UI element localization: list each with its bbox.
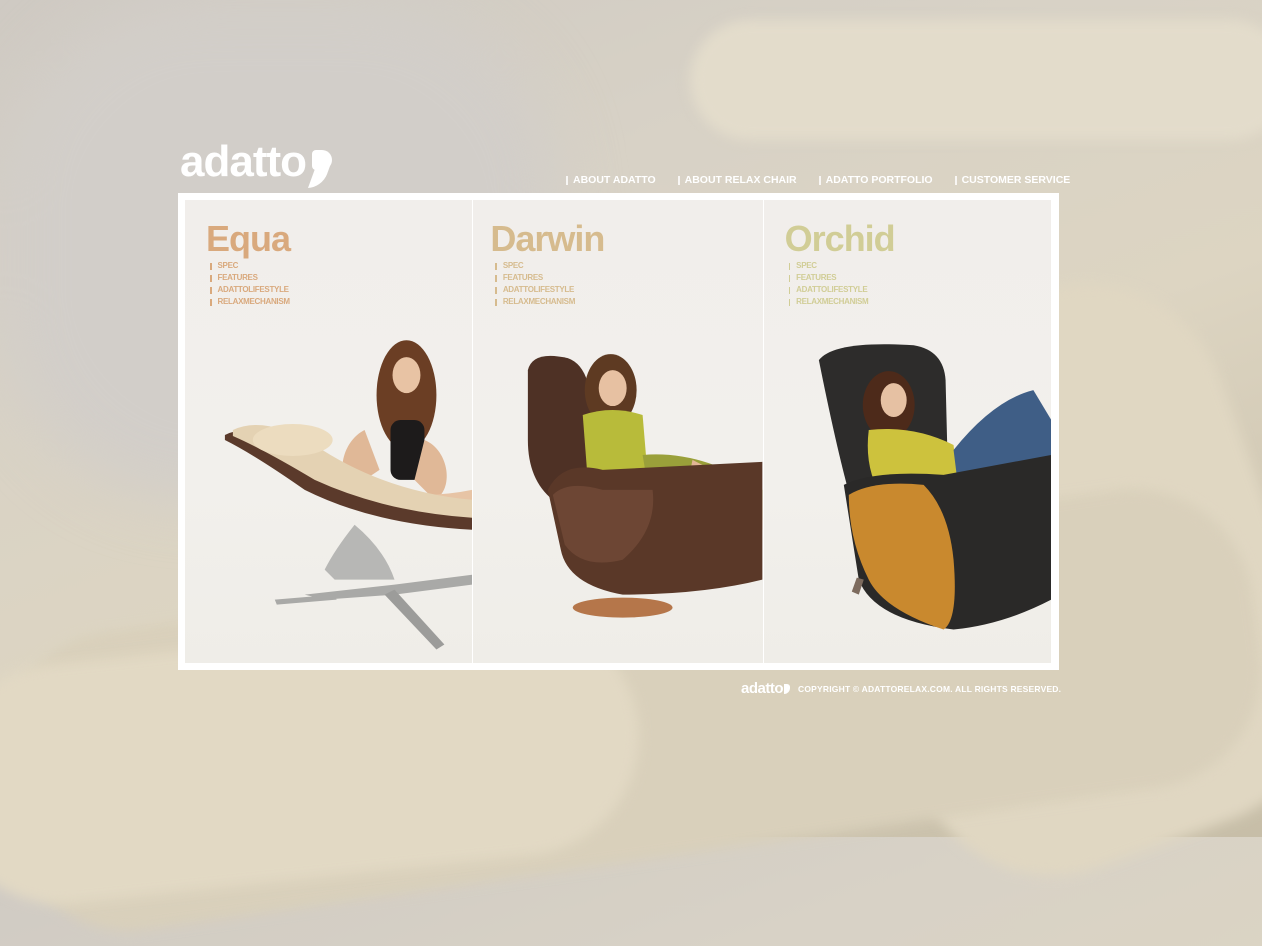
link-features[interactable]: FEATURES — [788, 272, 869, 284]
link-bullet-icon — [210, 286, 212, 294]
nav-bullet-icon — [677, 175, 680, 185]
link-bullet-icon — [788, 274, 791, 282]
copyright-text: COPYRIGHT © ADATTORELAX.COM. ALL RIGHTS … — [798, 683, 1062, 694]
link-features[interactable]: FEATURES — [210, 272, 290, 284]
nav-about-relax-chair[interactable]: ABOUT RELAX CHAIR — [677, 174, 797, 186]
nav-bullet-icon — [818, 175, 821, 185]
link-bullet-icon — [210, 298, 212, 306]
link-label: RELAXMECHANISM — [502, 297, 576, 306]
nav-label: ABOUT ADATTO — [573, 174, 656, 186]
product-links: SPEC FEATURES ADATTOLIFESTYLE RELAXMECHA… — [495, 260, 575, 308]
product-links: SPEC FEATURES ADATTOLIFESTYLE RELAXMECHA… — [788, 260, 869, 308]
product-title[interactable]: Equa — [206, 218, 291, 260]
link-label: SPEC — [796, 261, 817, 270]
product-links: SPEC FEATURES ADATTOLIFESTYLE RELAXMECHA… — [210, 260, 290, 308]
footer-logo-comma-icon — [784, 684, 790, 694]
link-label: RELAXMECHANISM — [217, 297, 291, 306]
link-features[interactable]: FEATURES — [495, 272, 575, 284]
nav-bullet-icon — [954, 175, 957, 185]
link-spec[interactable]: SPEC — [495, 260, 575, 272]
link-label: FEATURES — [796, 273, 837, 282]
link-spec[interactable]: SPEC — [210, 260, 290, 272]
footer: adatto COPYRIGHT © ADATTORELAX.COM. ALL … — [741, 680, 1061, 697]
link-spec[interactable]: SPEC — [788, 260, 869, 272]
link-label: SPEC — [502, 261, 524, 270]
logo-comma-icon — [310, 150, 332, 188]
link-lifestyle[interactable]: ADATTOLIFESTYLE — [210, 284, 290, 296]
nav-bullet-icon — [566, 175, 568, 185]
link-label: FEATURES — [217, 273, 258, 282]
footer-logo-text: adatto — [741, 680, 784, 697]
link-mechanism[interactable]: RELAXMECHANISM — [788, 296, 869, 308]
link-lifestyle[interactable]: ADATTOLIFESTYLE — [788, 284, 869, 296]
link-bullet-icon — [495, 298, 497, 306]
link-lifestyle[interactable]: ADATTOLIFESTYLE — [495, 284, 575, 296]
link-label: FEATURES — [502, 273, 543, 282]
link-bullet-icon — [788, 298, 791, 306]
footer-logo[interactable]: adatto — [741, 680, 790, 697]
nav-customer-service[interactable]: CUSTOMER SERVICE — [954, 174, 1071, 186]
product-panel-darwin[interactable]: Darwin SPEC FEATURES ADATTOLIFESTYLE REL… — [473, 200, 764, 663]
link-mechanism[interactable]: RELAXMECHANISM — [210, 296, 290, 308]
background-cushion — [690, 20, 1262, 140]
link-bullet-icon — [495, 262, 497, 270]
link-bullet-icon — [788, 262, 791, 270]
link-label: RELAXMECHANISM — [796, 297, 869, 306]
nav-adatto-portfolio[interactable]: ADATTO PORTFOLIO — [818, 174, 933, 186]
nav-label: ABOUT RELAX CHAIR — [684, 174, 797, 186]
link-bullet-icon — [210, 274, 212, 282]
link-label: ADATTOLIFESTYLE — [217, 285, 290, 294]
link-mechanism[interactable]: RELAXMECHANISM — [495, 296, 575, 308]
link-label: ADATTOLIFESTYLE — [796, 285, 868, 294]
link-label: ADATTOLIFESTYLE — [502, 285, 575, 294]
product-title[interactable]: Darwin — [490, 218, 605, 260]
logo-text: adatto — [180, 137, 307, 186]
link-bullet-icon — [210, 262, 212, 270]
product-showcase: Equa SPEC FEATURES ADATTOLIFESTYLE RELAX… — [178, 193, 1059, 670]
nav-label: ADATTO PORTFOLIO — [825, 174, 933, 186]
product-panel-equa[interactable]: Equa SPEC FEATURES ADATTOLIFESTYLE RELAX… — [185, 200, 474, 663]
nav-about-adatto[interactable]: ABOUT ADATTO — [566, 174, 656, 186]
product-panel-orchid[interactable]: Orchid SPEC FEATURES ADATTOLIFESTYLE REL… — [763, 200, 1051, 663]
link-bullet-icon — [495, 286, 497, 294]
nav-label: CUSTOMER SERVICE — [961, 174, 1071, 186]
main-nav: ABOUT ADATTO ABOUT RELAX CHAIR ADATTO PO… — [566, 174, 1070, 186]
link-label: SPEC — [217, 261, 239, 270]
link-bullet-icon — [788, 286, 791, 294]
site-logo[interactable]: adatto — [180, 140, 332, 188]
product-title[interactable]: Orchid — [785, 218, 896, 260]
link-bullet-icon — [495, 274, 497, 282]
